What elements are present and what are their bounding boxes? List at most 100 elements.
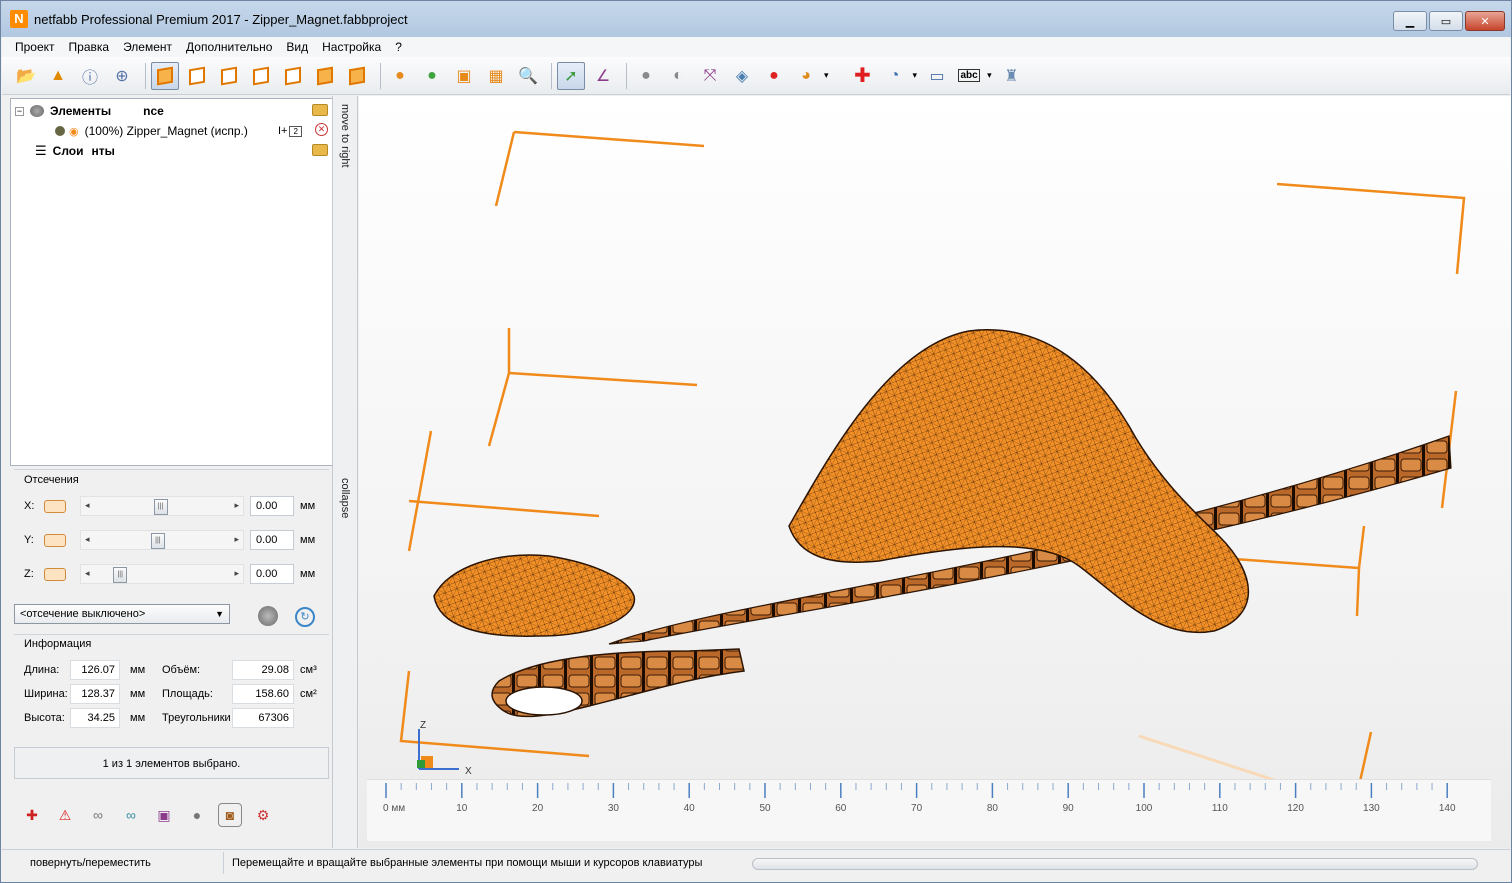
menu-part[interactable]: Элемент xyxy=(116,37,179,57)
bounding-box-button[interactable]: ◈ xyxy=(728,62,756,90)
view-back-button[interactable] xyxy=(215,62,243,90)
open-project-button[interactable]: 📂 xyxy=(12,62,40,90)
height-row: Высота: 34.25 мм xyxy=(24,708,145,728)
sphere-part-button[interactable]: ● xyxy=(185,803,209,827)
axes-button[interactable]: ⤧ xyxy=(696,62,724,90)
settings-gear-button[interactable]: ⚙ xyxy=(251,803,275,827)
view-left-button[interactable] xyxy=(247,62,275,90)
menu-project[interactable]: Проект xyxy=(8,37,62,57)
box-button[interactable]: ▣ xyxy=(152,803,176,827)
pull-tab-hole xyxy=(505,686,583,716)
menu-view[interactable]: Вид xyxy=(279,37,315,57)
color-button[interactable]: ● xyxy=(418,62,446,90)
axis-z-label: Z xyxy=(420,720,426,731)
new-repair-button[interactable]: ✚ xyxy=(20,803,44,827)
cut-z-row: Z: ◂ ||| ▸ 0.00 мм xyxy=(24,563,315,585)
scene-svg[interactable]: Z X xyxy=(359,96,1511,786)
ruler-label: 20 xyxy=(532,803,544,814)
cut-x-value[interactable]: 0.00 xyxy=(250,496,294,516)
remove-part-icon[interactable]: ✕ xyxy=(315,123,328,136)
reset-cut-icon[interactable]: ↻ xyxy=(295,607,315,627)
merge-button[interactable]: ∞ xyxy=(86,803,110,827)
cut-x-color-swatch[interactable] xyxy=(44,499,66,513)
horizontal-scrollbar[interactable] xyxy=(752,858,1478,870)
select-button[interactable]: ➚ xyxy=(557,61,585,90)
width-label: Ширина: xyxy=(24,688,68,700)
cut-z-thumb[interactable]: ||| xyxy=(113,567,128,583)
cut-x-slider[interactable]: ◂ ||| ▸ xyxy=(80,496,244,516)
menu-settings[interactable]: Настройка xyxy=(315,37,388,57)
cut-execute-icon[interactable] xyxy=(258,606,278,626)
view-front-button[interactable] xyxy=(183,62,211,90)
slice-stack-button[interactable]: ♜ xyxy=(998,62,1026,90)
view-default-button[interactable] xyxy=(151,61,179,90)
cut-y-slider[interactable]: ◂ ||| ▸ xyxy=(80,530,244,550)
text-label-button[interactable]: abc xyxy=(955,62,983,90)
repair-button[interactable]: ✚ xyxy=(849,62,877,90)
part-info-icon: ⓘ xyxy=(81,69,98,87)
maximize-button[interactable]: ▭ xyxy=(1429,11,1463,31)
height-unit: мм xyxy=(130,712,146,724)
ruler-label: 30 xyxy=(608,803,620,814)
slices-folder-icon[interactable] xyxy=(312,144,328,156)
menu-extras[interactable]: Дополнительно xyxy=(179,37,279,57)
slice-button[interactable]: ◙ xyxy=(218,803,242,827)
menu-help[interactable]: ? xyxy=(388,37,409,57)
slice-icon: ◙ xyxy=(225,807,235,823)
view-top-button[interactable] xyxy=(311,62,339,90)
analysis-button[interactable]: ◔ xyxy=(881,62,909,90)
view-bottom-button[interactable] xyxy=(343,62,371,90)
sphere-button[interactable]: ● xyxy=(632,62,660,90)
part-info-button[interactable]: ⓘ xyxy=(76,62,104,90)
add-part-button[interactable]: ▲ xyxy=(44,62,72,90)
collapse-toggle-icon[interactable]: − xyxy=(15,106,24,116)
rotate-sphere-button[interactable]: ◐ xyxy=(664,62,692,90)
rotate-sphere-icon: ◐ xyxy=(673,66,683,84)
parts-folder-icon[interactable] xyxy=(312,104,328,116)
cut-z-color-swatch[interactable] xyxy=(44,567,66,581)
merge-icon: ∞ xyxy=(93,807,103,823)
ruler-icon: ▭ xyxy=(929,67,945,85)
wireframe-button[interactable]: ▣ xyxy=(450,62,478,90)
warning-icon: ⚠ xyxy=(58,806,72,823)
warning-button[interactable]: ⚠ xyxy=(53,803,77,827)
minimize-button[interactable]: ▁ xyxy=(1393,11,1427,31)
mesh-button[interactable]: ▦ xyxy=(482,62,510,90)
collapse-tab[interactable]: collapse xyxy=(339,478,351,518)
view-right-button[interactable] xyxy=(279,62,307,90)
shading-button[interactable]: ● xyxy=(386,62,414,90)
add-group-button[interactable]: ⊕ xyxy=(108,62,136,90)
info-title: Информация xyxy=(24,638,92,650)
compare-button[interactable]: ● xyxy=(760,62,788,90)
select-arrow-icon: ➚ xyxy=(564,67,578,85)
measure-angle-button[interactable]: ∠ xyxy=(589,62,617,90)
tree-slices-row[interactable]: ☰ Слои нты xyxy=(35,141,115,161)
tree-part-row[interactable]: ◉ (100%) Zipper_Magnet (испр.) xyxy=(55,121,248,141)
selection-status: 1 из 1 элементов выбрано. xyxy=(14,747,329,779)
cut-z-value[interactable]: 0.00 xyxy=(250,564,294,584)
tree-slices-label: Слои xyxy=(52,144,84,158)
pie-button[interactable]: ◕ xyxy=(792,62,820,90)
split-button[interactable]: ∞ xyxy=(119,803,143,827)
wireframe-icon: ▣ xyxy=(456,67,472,85)
box-icon: ▣ xyxy=(157,806,171,823)
zipper-magnet-model[interactable] xyxy=(433,329,1452,718)
part-visible-eye-icon[interactable]: ◉ xyxy=(69,125,79,138)
cut-y-color-swatch[interactable] xyxy=(44,533,66,547)
cut-y-unit: мм xyxy=(300,534,316,546)
netfabb-app-icon[interactable]: N xyxy=(10,10,28,28)
3d-viewport[interactable]: Z X 0 мм 10 20 30 40 50 60 70 80 90 100 110 120 130 14… xyxy=(359,96,1511,848)
move-to-right-tab[interactable]: move to right xyxy=(339,104,351,168)
analysis-icon: ◔ xyxy=(889,66,900,84)
cut-y-value[interactable]: 0.00 xyxy=(250,530,294,550)
menu-edit[interactable]: Правка xyxy=(62,37,117,57)
close-button[interactable]: ✕ xyxy=(1465,11,1505,31)
tree-parts-row[interactable]: − Элементы nce xyxy=(15,101,164,121)
axis-x-label: X xyxy=(465,766,472,777)
cut-mode-select[interactable]: <отсечение выключено> ▼ xyxy=(14,604,230,624)
zoom-button[interactable]: 🔍 xyxy=(514,62,542,90)
ruler-button[interactable]: ▭ xyxy=(923,62,951,90)
cut-y-thumb[interactable]: ||| xyxy=(150,533,165,549)
cut-z-slider[interactable]: ◂ ||| ▸ xyxy=(80,564,244,584)
cut-x-thumb[interactable]: ||| xyxy=(153,499,168,515)
